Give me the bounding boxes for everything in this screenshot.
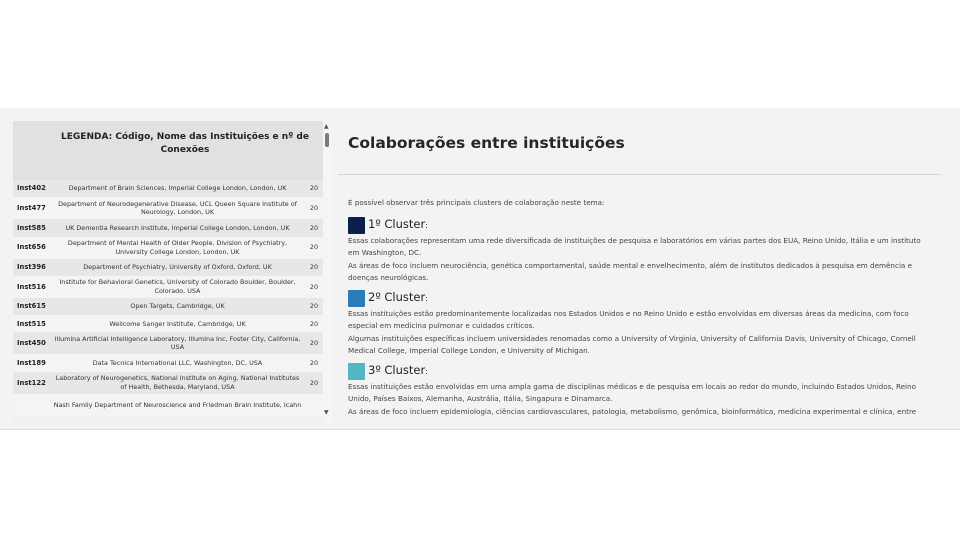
institution-code: Inst477 — [17, 204, 46, 213]
table-row: Inst615 Open Targets, Cambridge, UK 20 — [13, 297, 323, 316]
institution-code: Inst396 — [17, 262, 46, 271]
institution-name: Open Targets, Cambridge, UK — [130, 302, 225, 311]
institution-name: Wellcome Sanger Institute, Cambridge, UK — [109, 319, 246, 328]
institution-code — [13, 394, 50, 416]
institution-name: Nash Family Department of Neuroscience a… — [53, 400, 302, 409]
table-row: Inst515 Wellcome Sanger Institute, Cambri… — [13, 315, 323, 333]
cluster-1-paragraph-1: Essas colaborações representam uma rede … — [348, 235, 921, 258]
institution-code: Inst189 — [17, 358, 46, 367]
table-row: Inst585 UK Dementia Research Institute, I… — [13, 219, 323, 237]
cluster-2-swatch — [348, 289, 365, 307]
cluster-3-paragraph-2: As áreas de foco incluem epidemiologia, … — [348, 406, 917, 416]
connection-count: 20 — [309, 184, 319, 193]
institution-name: Department of Psychiatry, University of … — [83, 262, 272, 271]
cluster-3-swatch — [348, 362, 365, 380]
legend-header-text: LEGENDA: Código, Nome das Instituições e… — [61, 131, 309, 155]
table-row: Inst656 Department of Mental Health of Ol… — [13, 236, 323, 259]
cluster-1-heading: 1º Cluster: — [348, 216, 931, 235]
cluster-2-title: 2º Cluster — [368, 289, 426, 304]
institution-name: Illumina Artificial Intelligence Laborat… — [54, 334, 301, 352]
institution-code: Inst402 — [17, 184, 46, 193]
triangle-down-icon[interactable]: ▼ — [324, 409, 329, 416]
cluster-1-title: 1º Cluster — [368, 216, 426, 231]
institution-code: Inst656 — [17, 243, 46, 252]
connection-count: 20 — [309, 204, 319, 213]
table-row: Inst189 Data Tecnica International LLC, W… — [13, 354, 323, 372]
cluster-1-swatch — [348, 216, 365, 234]
page-title: Colaborações entre instituições — [348, 134, 625, 152]
institution-name: Department of Mental Health of Older Peo… — [67, 239, 288, 256]
institution-code: Inst615 — [17, 302, 46, 311]
main-content: É possível observar três principais clus… — [338, 175, 941, 418]
table-row: Inst396 Department of Psychiatry, Univers… — [13, 258, 323, 276]
legend-panel: LEGENDA: Código, Nome das Instituições e… — [13, 121, 323, 423]
institution-code: Inst516 — [17, 282, 46, 291]
table-row: Nash Family Department of Neuroscience a… — [13, 393, 323, 416]
cluster-3-paragraph-1: Essas instituições estão envolvidas em u… — [348, 381, 917, 404]
connection-count: 20 — [309, 358, 319, 367]
institution-name: Institute for Behavioral Genetics, Unive… — [59, 278, 296, 295]
scrollbar-thumb[interactable] — [325, 133, 329, 147]
cluster-3-title: 3º Cluster — [368, 362, 426, 377]
title-bar: Colaborações entre instituições — [338, 121, 941, 175]
legend-table: Inst402 Department of Brain Sciences, Imp… — [13, 180, 323, 416]
connection-count: 20 — [309, 339, 319, 348]
table-row: Inst122 Laboratory of Neurogenetics, Nati… — [13, 371, 323, 394]
cluster-2-paragraph-1: Essas instituições estão predominantemen… — [348, 308, 909, 331]
institution-code: Inst515 — [17, 319, 46, 328]
connection-count — [305, 394, 323, 416]
connection-count: 20 — [309, 223, 319, 232]
table-row: Inst477 Department of Neurodegenerative D… — [13, 197, 323, 220]
triangle-up-icon[interactable]: ▲ — [324, 123, 329, 130]
cluster-2-paragraph-2: Algumas instituições específicas incluem… — [348, 333, 916, 356]
institution-code: Inst122 — [17, 378, 46, 387]
connection-count: 20 — [309, 243, 319, 252]
institution-name: UK Dementia Research Institute, Imperial… — [65, 223, 290, 232]
cluster-1-paragraph-2: As áreas de foco incluem neurociência, g… — [348, 260, 913, 283]
institution-name: Data Tecnica International LLC, Washingt… — [92, 358, 263, 367]
legend-header: LEGENDA: Código, Nome das Instituições e… — [13, 121, 323, 180]
cluster-3-heading: 3º Cluster: — [348, 362, 931, 381]
table-row: Inst450 Illumina Artificial Intelligence … — [13, 332, 323, 355]
institution-name: Department of Brain Sciences, Imperial C… — [68, 184, 287, 193]
institution-code: Inst450 — [17, 339, 46, 348]
institution-name: Laboratory of Neurogenetics, National In… — [55, 374, 300, 391]
cluster-2-heading: 2º Cluster: — [348, 289, 931, 308]
connection-count: 20 — [309, 282, 319, 291]
connection-count: 20 — [309, 319, 319, 328]
intro-text: É possível observar três principais clus… — [348, 198, 605, 207]
table-row: Inst402 Department of Brain Sciences, Imp… — [13, 180, 323, 198]
connection-count: 20 — [309, 262, 319, 271]
connection-count: 20 — [309, 302, 319, 311]
institution-code: Inst585 — [17, 223, 46, 232]
table-row: Inst516 Institute for Behavioral Genetics… — [13, 275, 323, 298]
main-panel: Colaborações entre instituições É possív… — [338, 121, 941, 429]
legend-scrollbar[interactable]: ▲ ▼ — [323, 121, 332, 423]
connection-count: 20 — [309, 378, 319, 387]
institution-name: Department of Neurodegenerative Disease,… — [58, 199, 297, 217]
